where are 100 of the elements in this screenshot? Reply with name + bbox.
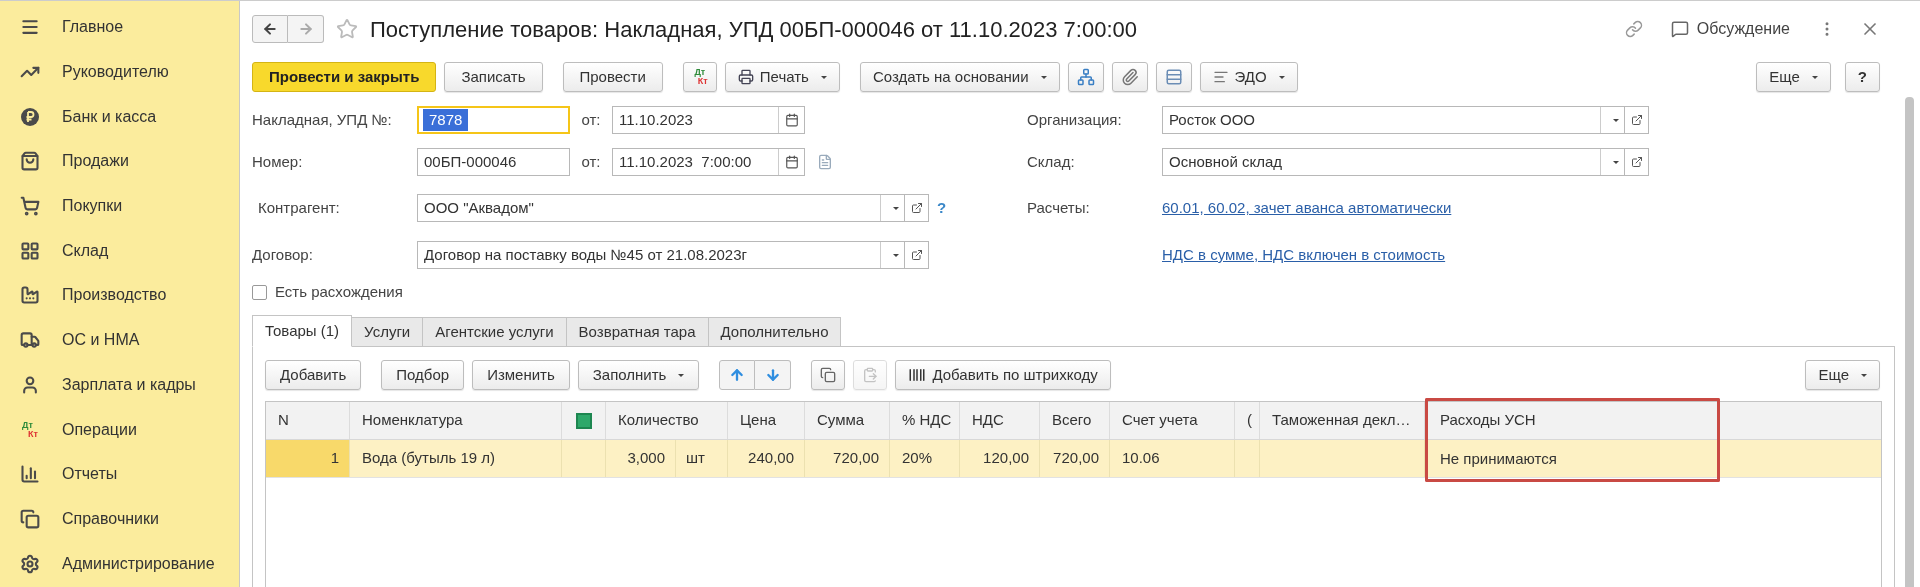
open-button[interactable] [905,194,929,222]
list-button[interactable] [1155,62,1192,92]
table-cell-text: Вода (бутыль 19 л) [362,448,496,469]
calendar-icon[interactable] [784,155,799,169]
settlements-link[interactable]: 60.01, 60.02, зачет аванса автоматически [1162,196,1452,220]
move-up-button[interactable] [719,360,756,390]
open-button[interactable] [1625,148,1649,176]
contract-field[interactable]: Договор на поставку воды №45 от 21.08.2023г [417,241,905,269]
field-label: Договор: [252,244,314,265]
column-header[interactable]: Цена [728,402,805,439]
link-icon[interactable] [1624,20,1643,38]
tab[interactable]: Агентские услуги [422,317,567,347]
date-field[interactable]: 11.10.2023 [612,106,805,134]
caret-icon [892,206,899,210]
edit-button[interactable]: Изменить [472,360,570,390]
more-button[interactable]: Еще [1756,62,1831,92]
down-arrow-icon [764,367,781,383]
barcode-button[interactable]: Добавить по штрихкоду [895,360,1111,390]
structure-icon [1076,68,1095,86]
sidebar-item[interactable]: Продажи [0,139,239,184]
column-header[interactable]: Счет учета [1110,402,1235,439]
invoice-number-field[interactable]: 7878 [417,106,570,134]
column-header[interactable]: N [266,402,350,439]
sidebar-item[interactable]: Склад [0,228,239,274]
marking-icon [575,412,592,429]
caret-icon [1861,373,1867,377]
field-label: Контрагент: [257,197,341,218]
sidebar-item[interactable]: Главное [0,5,239,50]
paste-icon [862,367,879,383]
post-button[interactable]: Провести [562,62,663,92]
tab[interactable]: Услуги [351,317,424,347]
sidebar-item[interactable]: Руководителю [0,49,239,95]
field-label: Склад: [1027,151,1076,172]
document-icon[interactable] [817,154,833,170]
sidebar-item[interactable]: Зарплата и кадры [0,362,239,408]
create-based-button[interactable]: Создать на основании [859,62,1060,92]
open-button[interactable] [1625,106,1649,134]
tab[interactable]: Товары (1) [252,315,353,347]
discussion-button[interactable]: Обсуждение [1670,17,1790,41]
attach-button[interactable] [1111,62,1148,92]
up-arrow-icon [729,367,746,383]
vat-link[interactable]: НДС в сумме, НДС включен в стоимость [1162,243,1446,267]
move-down-button[interactable] [755,360,792,390]
caret-icon [1612,160,1619,164]
help-link[interactable]: ? [937,196,947,220]
counterparty-field[interactable]: ООО "Аквадом" [417,194,905,222]
sidebar-item[interactable]: Производство [0,273,239,318]
checkbox[interactable] [252,284,267,300]
sidebar-item[interactable]: Дт Кт Операции [0,407,239,452]
sidebar-item[interactable]: Отчеты [0,451,239,497]
fill-button[interactable]: Заполнить [577,360,700,390]
copy-button[interactable] [811,360,846,390]
pick-button[interactable]: Подбор [381,360,465,390]
organization-field[interactable]: Росток ООО [1162,106,1625,134]
date-field[interactable]: 11.10.2023 7:00:00 [612,148,805,176]
post-close-button[interactable]: Провести и закрыть [252,62,437,92]
back-arrow-icon [262,21,278,37]
column-header[interactable]: Количество [606,402,728,439]
table-cell-text: 10.06 [1122,448,1160,469]
sidebar-item[interactable]: Справочники [0,496,239,542]
add-button[interactable]: Добавить [265,360,362,390]
caret-icon [1811,75,1818,79]
open-icon [1630,156,1643,168]
forward-arrow-icon [297,21,314,37]
help-button[interactable]: ? [1844,62,1880,92]
open-icon [1630,114,1643,126]
tab[interactable]: Дополнительно [707,317,842,347]
column-header[interactable]: Номенклатура [350,402,562,439]
field-label: Номер: [252,151,304,172]
sidebar-item[interactable]: Администрирование [0,541,239,586]
number-field[interactable]: 00БП-000046 [417,148,570,176]
table-cell-text: 240,00 [748,448,794,469]
ruble-icon [20,106,40,127]
tab[interactable]: Возвратная тара [565,317,709,347]
warehouse-field[interactable]: Основной склад [1162,148,1625,176]
sidebar-item[interactable]: Банк и касса [0,94,239,140]
favorite-star-icon[interactable] [336,18,358,40]
chat-icon [1670,20,1689,38]
edo-button[interactable]: ЭДО [1199,62,1298,92]
calendar-icon[interactable] [784,113,799,127]
column-header[interactable]: Сумма [805,402,890,439]
structure-button[interactable] [1067,62,1104,92]
sidebar-item[interactable]: ОС и НМА [0,317,239,363]
print-button[interactable]: Печать [724,62,840,92]
sidebar-item[interactable]: Покупки [0,183,239,229]
more-button[interactable]: Еще [1805,360,1880,390]
column-header[interactable]: Всего [1040,402,1110,439]
field-label: Накладная, УПД №: [252,109,393,130]
field-label: Расчеты: [1027,197,1091,218]
column-header[interactable]: ( [1235,402,1260,439]
column-header[interactable]: % НДС [890,402,960,439]
column-header[interactable]: Таможенная декл… [1260,402,1425,439]
caret-icon [1612,118,1619,122]
field-label: от: [580,109,602,130]
debit-credit-button[interactable]: Дт Кт [682,62,717,92]
save-button[interactable]: Записать [444,62,543,92]
back-button[interactable] [252,15,288,43]
column-header[interactable]: НДС [960,402,1040,439]
open-button[interactable] [905,241,929,269]
document-lines-icon [1212,69,1229,85]
